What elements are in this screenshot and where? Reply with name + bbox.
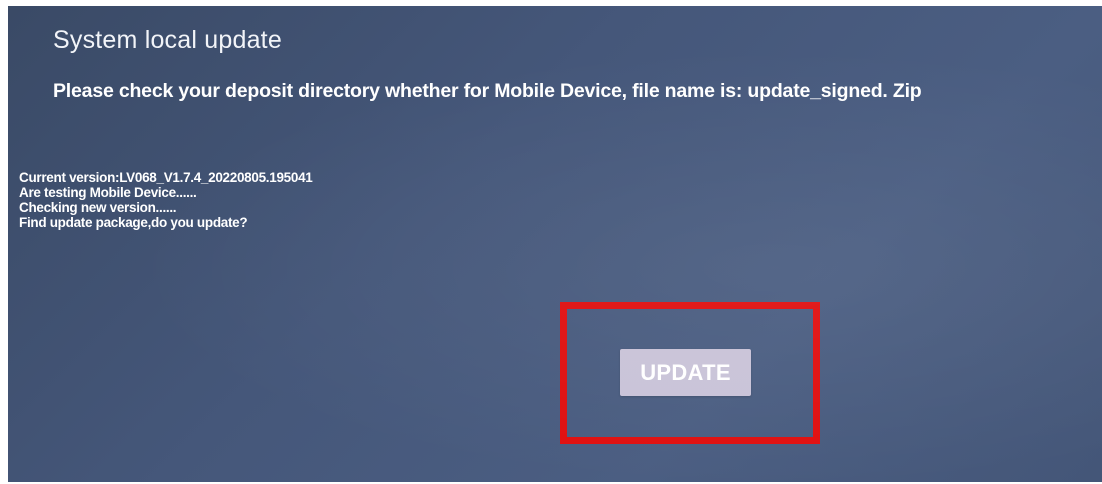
page-title: System local update bbox=[53, 26, 282, 54]
update-prompt-line: Find update package,do you update? bbox=[19, 215, 248, 230]
tv-screen: System local update Please check your de… bbox=[8, 6, 1102, 482]
update-button[interactable]: UPDATE bbox=[620, 349, 751, 396]
status-log: Current version:LV068_V1.7.4_20220805.19… bbox=[19, 170, 313, 230]
checking-version-line: Checking new version...... bbox=[19, 200, 177, 215]
instruction-text: Please check your deposit directory whet… bbox=[53, 80, 922, 102]
current-version-line: Current version:LV068_V1.7.4_20220805.19… bbox=[19, 170, 313, 185]
testing-device-line: Are testing Mobile Device...... bbox=[19, 185, 197, 200]
